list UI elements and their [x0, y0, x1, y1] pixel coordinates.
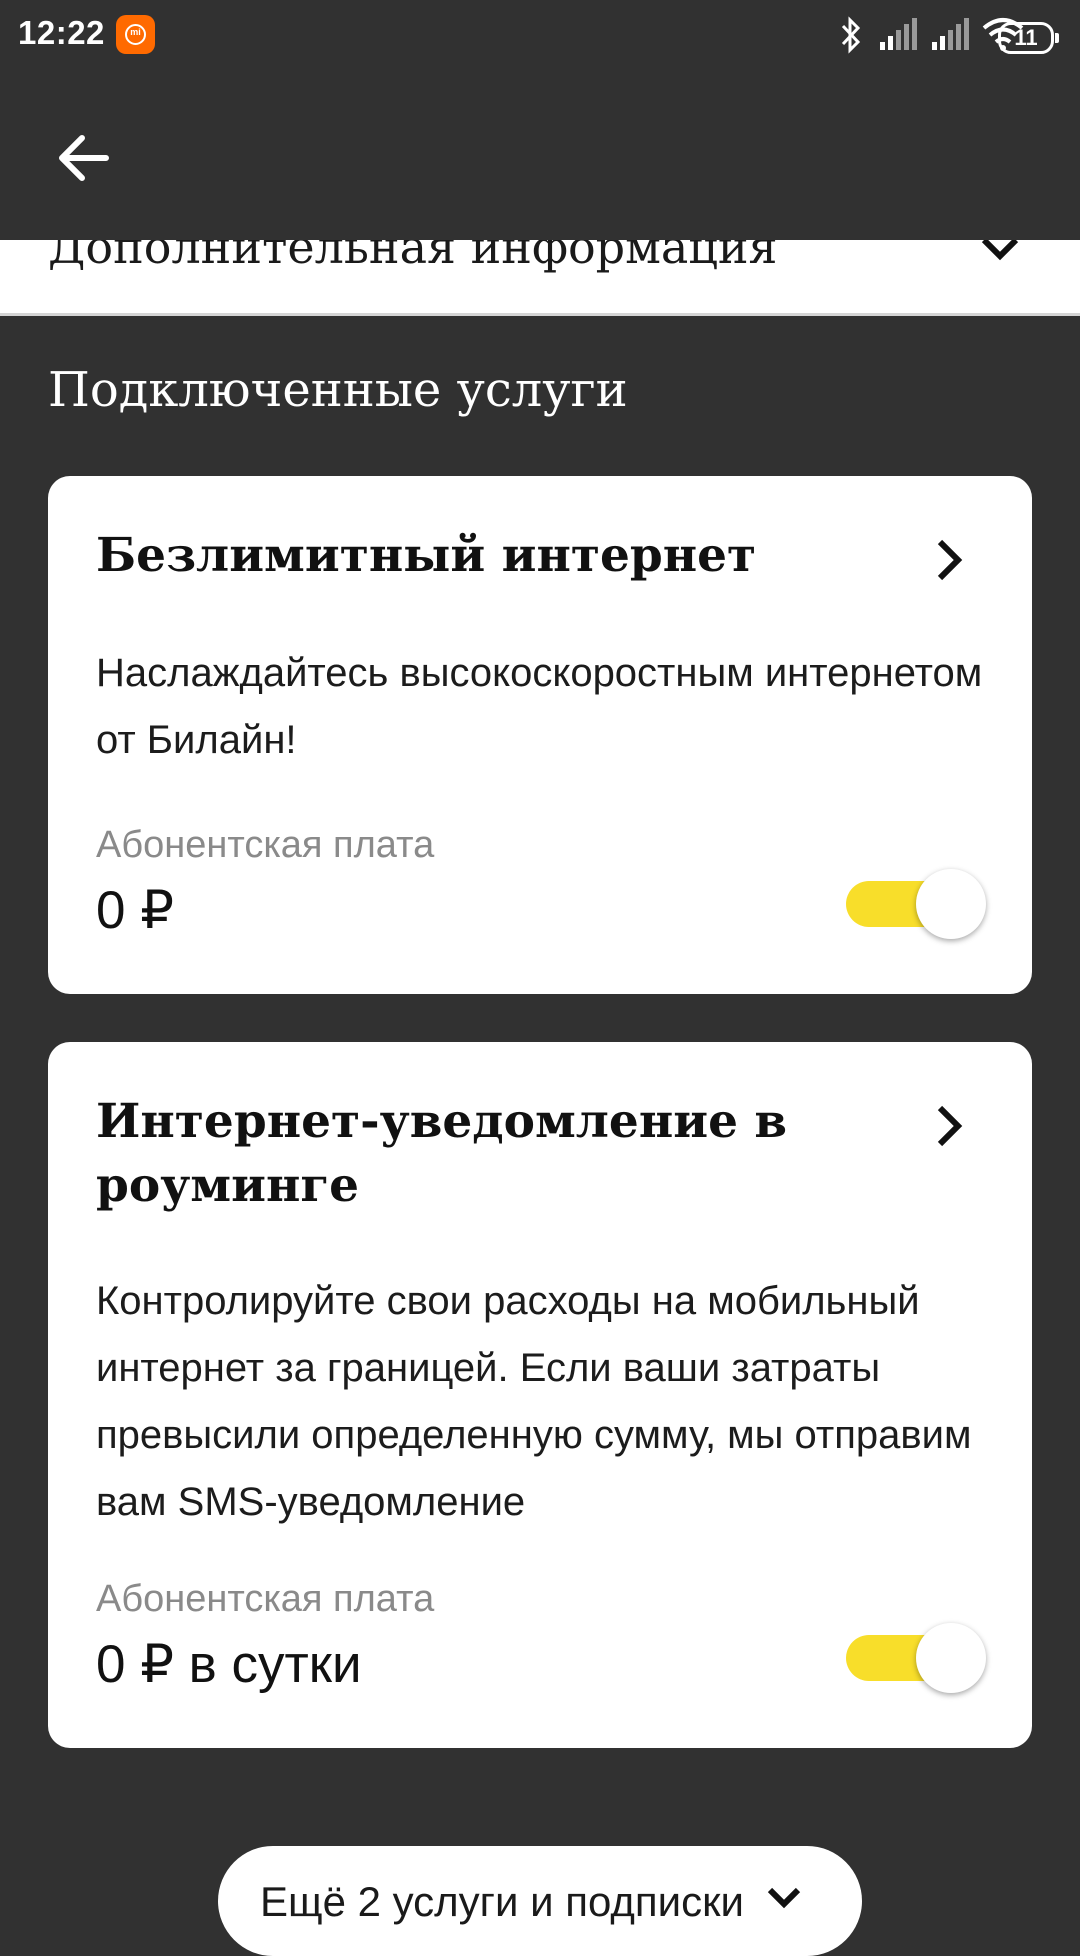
- signal-icon: [880, 18, 917, 50]
- section-title: Подключенные услуги: [48, 362, 628, 418]
- signal-icon: [932, 18, 969, 50]
- service-title: Безлимитный интернет: [96, 528, 757, 583]
- additional-info-section[interactable]: Дополнительная информация: [0, 240, 1080, 316]
- service-card[interactable]: Интернет-уведомление в роуминге Контроли…: [48, 1042, 1032, 1748]
- service-description: Наслаждайтесь высокоскоростным интернето…: [96, 651, 983, 762]
- more-services-button[interactable]: Ещё 2 услуги и подписки: [218, 1846, 862, 1956]
- mi-notification-icon: mi: [116, 15, 155, 54]
- arrow-left-icon[interactable]: [44, 118, 124, 198]
- service-toggle[interactable]: [846, 1623, 986, 1693]
- chevron-right-icon: [937, 539, 963, 581]
- service-price: 0 ₽ в сутки: [96, 1635, 362, 1694]
- status-bar: 12:22 mi 11: [0, 0, 1080, 72]
- chevron-down-icon: [981, 240, 1019, 261]
- status-time: 12:22: [18, 14, 105, 51]
- toggle-knob: [916, 869, 986, 939]
- service-price: 0 ₽: [96, 881, 174, 940]
- fee-label: Абонентская плата: [96, 1578, 435, 1620]
- battery-icon: 11: [998, 22, 1059, 54]
- service-description: Контролируйте свои расходы на мобильный …: [96, 1279, 972, 1524]
- chevron-down-icon: [767, 1887, 801, 1909]
- service-title: Интернет-уведомление в роуминге: [96, 1094, 788, 1213]
- service-card[interactable]: Безлимитный интернет Наслаждайтесь высок…: [48, 476, 1032, 994]
- app-toolbar: [0, 72, 1080, 240]
- more-services-label: Ещё 2 услуги и подписки: [260, 1878, 744, 1925]
- service-toggle[interactable]: [846, 869, 986, 939]
- additional-info-title: Дополнительная информация: [48, 240, 778, 274]
- chevron-right-icon: [937, 1105, 963, 1147]
- toggle-knob: [916, 1623, 986, 1693]
- bluetooth-icon: [841, 16, 861, 54]
- fee-label: Абонентская плата: [96, 824, 435, 866]
